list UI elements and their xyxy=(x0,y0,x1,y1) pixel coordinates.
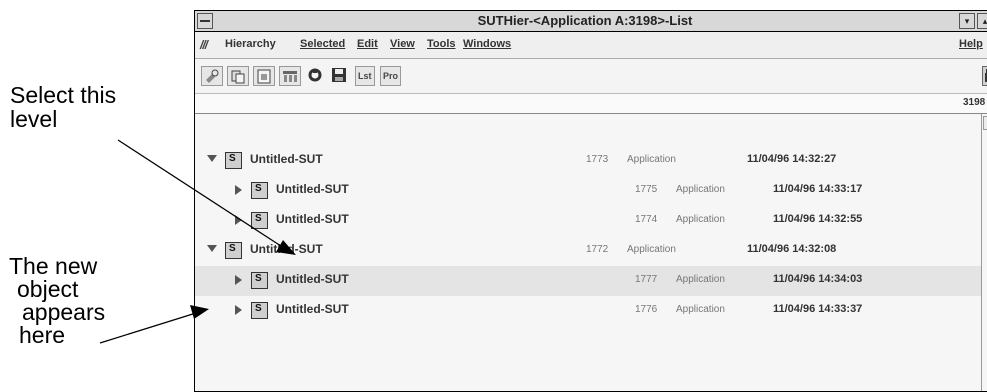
callout-arrows xyxy=(99,139,296,344)
arrow-select-level xyxy=(117,139,296,255)
arrow-new-object xyxy=(99,305,209,344)
